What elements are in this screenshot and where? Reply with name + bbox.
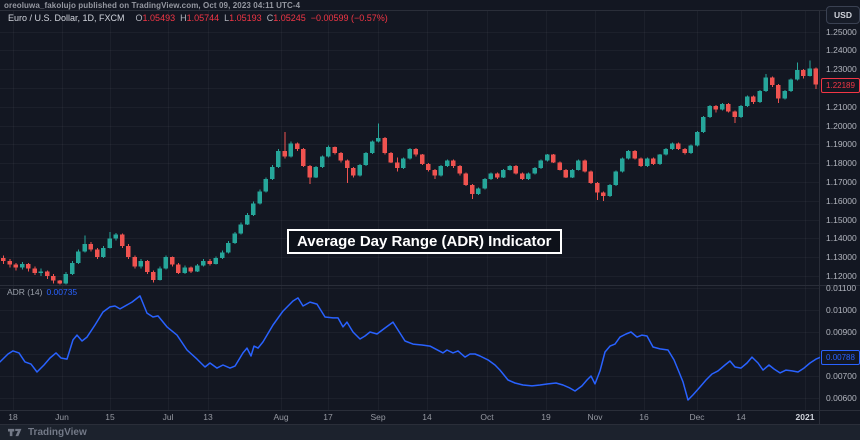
high-value: 1.05744 xyxy=(187,13,220,23)
price-tick-label: 1.24000 xyxy=(826,45,857,55)
branding-bar: TradingView xyxy=(0,424,860,440)
indicator-tick-label: 0.00600 xyxy=(826,393,857,403)
last-price-badge: 1.22189 xyxy=(821,78,860,93)
chart-annotation-box[interactable]: Average Day Range (ADR) Indicator xyxy=(287,229,562,254)
indicator-name: ADR (14) xyxy=(7,287,42,297)
chart-legend[interactable]: Euro / U.S. Dollar, 1D, FXCMO1.05493H1.0… xyxy=(8,13,388,23)
time-tick-label: 15 xyxy=(90,412,130,422)
price-tick-label: 1.12000 xyxy=(826,271,857,281)
publish-info-text: oreoluwa_fakolujo published on TradingVi… xyxy=(4,1,300,10)
publish-info-bar: oreoluwa_fakolujo published on TradingVi… xyxy=(0,0,860,10)
price-chart-canvas[interactable] xyxy=(0,0,860,440)
time-tick-label: Oct xyxy=(467,412,507,422)
indicator-legend[interactable]: ADR (14) 0.00735 xyxy=(7,287,77,297)
time-tick-label: 2021 xyxy=(785,412,825,422)
indicator-value: 0.00735 xyxy=(46,287,77,297)
symbol-title: Euro / U.S. Dollar, 1D, FXCM xyxy=(8,13,125,23)
open-value: 1.05493 xyxy=(143,13,176,23)
time-tick-label: Jul xyxy=(148,412,188,422)
time-tick-label: 18 xyxy=(0,412,33,422)
currency-toggle-button[interactable]: USD xyxy=(826,6,860,24)
time-tick-label: 16 xyxy=(624,412,664,422)
time-tick-label: Nov xyxy=(575,412,615,422)
low-value: 1.05193 xyxy=(229,13,262,23)
price-tick-label: 1.21000 xyxy=(826,102,857,112)
time-tick-label: 19 xyxy=(526,412,566,422)
time-tick-label: 14 xyxy=(407,412,447,422)
price-tick-label: 1.13000 xyxy=(826,252,857,262)
time-tick-label: 14 xyxy=(721,412,761,422)
indicator-tick-label: 0.00900 xyxy=(826,327,857,337)
price-tick-label: 1.17000 xyxy=(826,177,857,187)
time-tick-label: Aug xyxy=(261,412,301,422)
price-tick-label: 1.15000 xyxy=(826,215,857,225)
tradingview-snapshot: oreoluwa_fakolujo published on TradingVi… xyxy=(0,0,860,440)
close-value: 1.05245 xyxy=(273,13,306,23)
time-tick-label: 17 xyxy=(308,412,348,422)
indicator-tick-label: 0.00700 xyxy=(826,371,857,381)
price-tick-label: 1.25000 xyxy=(826,27,857,37)
indicator-tick-label: 0.01100 xyxy=(826,283,856,293)
change-value: −0.00599 (−0.57%) xyxy=(311,13,388,23)
open-label: O xyxy=(136,13,143,23)
price-tick-label: 1.19000 xyxy=(826,139,857,149)
price-tick-label: 1.23000 xyxy=(826,64,857,74)
indicator-tick-label: 0.01000 xyxy=(826,305,857,315)
time-tick-label: Dec xyxy=(677,412,717,422)
time-tick-label: 13 xyxy=(188,412,228,422)
tradingview-logo-icon[interactable] xyxy=(8,427,23,438)
price-tick-label: 1.16000 xyxy=(826,196,857,206)
price-tick-label: 1.18000 xyxy=(826,158,857,168)
indicator-last-value-badge: 0.00788 xyxy=(821,350,860,365)
price-tick-label: 1.20000 xyxy=(826,121,857,131)
tradingview-logo-text[interactable]: TradingView xyxy=(28,427,87,438)
price-tick-label: 1.14000 xyxy=(826,233,857,243)
time-tick-label: Jun xyxy=(42,412,82,422)
time-tick-label: Sep xyxy=(358,412,398,422)
